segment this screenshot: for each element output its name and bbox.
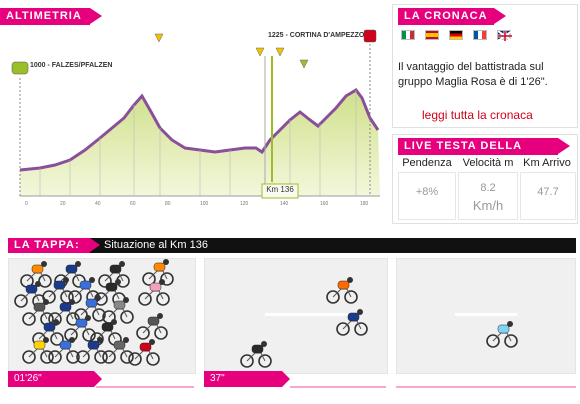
rider-icon (48, 337, 80, 364)
flag-gb-icon[interactable] (497, 30, 512, 41)
svg-text:140: 140 (280, 201, 289, 207)
live-header-km-arrivo: Km Arrivo (523, 157, 571, 169)
live-header-pendenza: Pendenza (402, 157, 452, 169)
live-velocita-value: 8.2 (480, 182, 496, 194)
svg-text:20: 20 (60, 201, 66, 207)
leader-rider (455, 313, 518, 348)
flag-es-icon[interactable] (425, 30, 439, 40)
chaser-riders (240, 277, 368, 368)
altimetria-title: ALTIMETRIA (0, 8, 102, 25)
gap-line-peloton (96, 386, 194, 388)
flag-fr-icon[interactable] (473, 30, 487, 40)
tappa-title: LA TAPPA: (8, 238, 100, 253)
rider-icon (128, 339, 160, 366)
flag-it-icon[interactable] (401, 30, 415, 40)
live-pendenza-value: +8% (415, 186, 439, 198)
svg-text:160: 160 (320, 201, 329, 207)
read-more-link[interactable]: leggi tutta la cronaca (422, 108, 533, 122)
tappa-situation: Situazione al Km 136 (104, 239, 208, 251)
live-velocita-unit: Km/h (472, 198, 504, 213)
cronaca-title: LA CRONACA (398, 8, 506, 25)
rider-icon (240, 341, 272, 368)
start-label: 1000 - FALZES/PFALZEN (30, 62, 113, 69)
group-chasers (204, 258, 388, 374)
svg-text:80: 80 (165, 201, 171, 207)
live-title: LIVE TESTA DELLA CORSA (398, 138, 570, 169)
rider-icon (42, 277, 74, 304)
gap-line-leader (396, 386, 576, 388)
altimetria-panel: 0 20 40 60 80 100 120 140 160 180 ALTIMETRIA 1… (0, 0, 390, 222)
peloton-riders (14, 259, 174, 366)
flag-de-icon[interactable] (449, 30, 463, 40)
group-leader (396, 258, 576, 374)
rider-icon (22, 337, 54, 364)
km-marker-label: Km 136 (266, 185, 294, 194)
svg-text:180: 180 (360, 201, 369, 207)
rider-icon (136, 313, 168, 340)
svg-text:100: 100 (200, 201, 209, 207)
svg-text:40: 40 (95, 201, 101, 207)
rider-icon (336, 309, 368, 336)
group-peloton (8, 258, 196, 374)
gap-chasers: 37" (204, 371, 290, 387)
live-km-arrivo-value: 47.7 (537, 186, 559, 198)
cronaca-text: Il vantaggio del battistrada sul gruppo … (398, 61, 548, 88)
svg-text:120: 120 (240, 201, 249, 207)
gap-line-chasers (290, 386, 386, 388)
rider-icon (326, 277, 358, 304)
gap-peloton: 01'26" (8, 371, 102, 387)
finish-label: 1225 - CORTINA D'AMPEZZO (268, 32, 365, 39)
rider-icon (142, 259, 174, 286)
svg-text:60: 60 (130, 201, 136, 207)
svg-text:0: 0 (25, 201, 28, 207)
rider-icon (76, 337, 108, 364)
live-header-velocita: Velocità m (462, 157, 514, 169)
rider-icon (486, 321, 518, 348)
